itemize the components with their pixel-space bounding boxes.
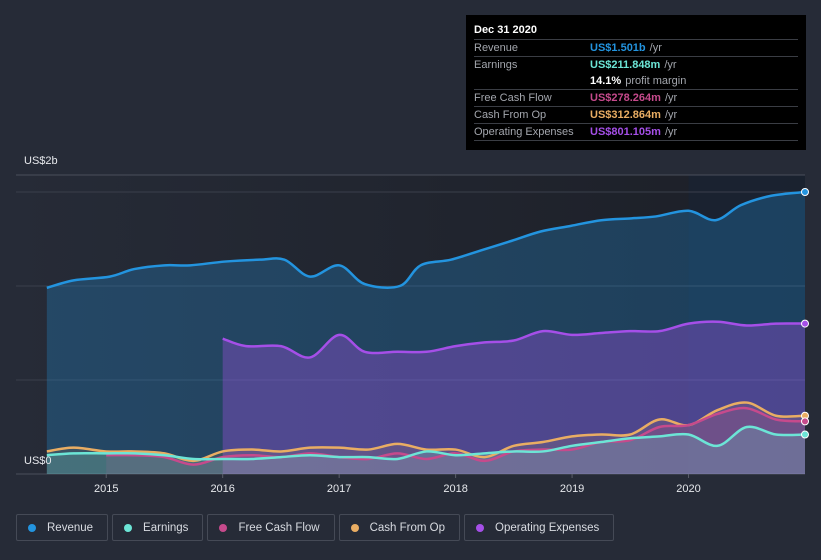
legend-item-operating-expenses[interactable]: Operating Expenses: [464, 514, 615, 541]
y-axis-zero-label: US$0: [24, 455, 52, 467]
tooltip-value: US$1.501b: [590, 42, 646, 54]
x-tick-label: 2015: [94, 483, 118, 495]
tooltip: Dec 31 2020 Revenue US$1.501b /yr Earnin…: [466, 15, 806, 150]
tooltip-label: Earnings: [474, 59, 518, 71]
legend-item-revenue[interactable]: Revenue: [16, 514, 109, 541]
tooltip-label: Free Cash Flow: [474, 92, 552, 104]
legend-item-free-cash-flow[interactable]: Free Cash Flow: [207, 514, 335, 541]
earnings-dot-icon: [124, 523, 133, 532]
tooltip-unit: /yr: [664, 92, 678, 104]
tooltip-date: Dec 31 2020: [474, 22, 798, 40]
revenue-dot-icon: [28, 523, 36, 532]
tooltip-row-opex: Operating Expenses US$801.105m /yr: [474, 124, 798, 141]
tooltip-value: US$278.264m: [590, 92, 661, 104]
y-axis-top-label: US$2b: [24, 155, 58, 167]
tooltip-row-margin: 14.1% profit margin: [474, 73, 798, 90]
profit-margin-label: profit margin: [625, 75, 687, 87]
x-axis: 2015 2016 2017 2018 2019 2020: [94, 474, 701, 495]
legend-label: Earnings: [143, 521, 189, 534]
legend-label: Cash From Op: [369, 521, 446, 534]
legend-label: Free Cash Flow: [238, 521, 320, 534]
revenue-end-dot: [801, 188, 809, 196]
tooltip-value: US$211.848m: [590, 59, 661, 71]
legend-label: Revenue: [47, 521, 94, 534]
x-tick-label: 2017: [327, 483, 351, 495]
x-tick-label: 2016: [210, 483, 234, 495]
profit-margin-value: 14.1%: [590, 75, 622, 87]
legend-item-earnings[interactable]: Earnings: [112, 514, 204, 541]
tooltip-unit: /yr: [664, 126, 678, 138]
x-tick-label: 2018: [443, 483, 467, 495]
tooltip-row-revenue: Revenue US$1.501b /yr: [474, 40, 798, 57]
tooltip-value: US$312.864m: [590, 109, 661, 121]
tooltip-label: Operating Expenses: [474, 126, 574, 138]
operating-expenses-end-dot: [801, 319, 809, 328]
cash-from-op-dot-icon: [350, 523, 359, 532]
tooltip-value: US$801.105m: [590, 126, 661, 138]
x-tick-label: 2019: [560, 483, 584, 495]
tooltip-row-earnings: Earnings US$211.848m /yr: [474, 57, 798, 73]
tooltip-row-cfo: Cash From Op US$312.864m /yr: [474, 107, 798, 124]
legend-item-cash-from-op[interactable]: Cash From Op: [338, 514, 461, 541]
tooltip-unit: /yr: [664, 59, 677, 71]
legend: Revenue Earnings Free Cash Flow Cash Fro…: [16, 514, 615, 541]
tooltip-label: Cash From Op: [474, 109, 547, 121]
free-cash-flow-dot-icon: [219, 523, 228, 532]
legend-label: Operating Expenses: [495, 521, 600, 534]
tooltip-unit: /yr: [664, 109, 678, 121]
tooltip-label: [474, 73, 590, 89]
earnings-end-dot: [801, 430, 809, 439]
x-tick-label: 2020: [676, 483, 700, 495]
free-cash-flow-end-dot: [801, 417, 809, 426]
tooltip-label: Revenue: [474, 42, 519, 54]
operating-expenses-dot-icon: [476, 523, 485, 532]
tooltip-row-fcf: Free Cash Flow US$278.264m /yr: [474, 90, 798, 107]
tooltip-unit: /yr: [649, 42, 662, 54]
